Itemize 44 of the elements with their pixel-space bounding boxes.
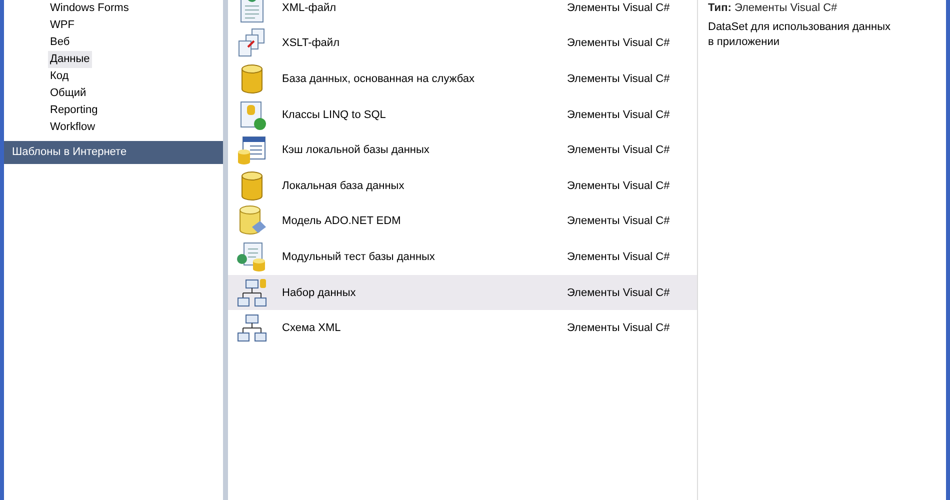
category-item[interactable]: Код — [48, 68, 71, 85]
template-name: Локальная база данных — [282, 180, 406, 192]
template-type: Элементы Visual C# — [567, 180, 670, 192]
template-name: Схема XML — [282, 322, 342, 334]
template-row[interactable]: Набор данных Элементы Visual C# — [228, 274, 697, 310]
table-icon — [236, 134, 268, 166]
template-row[interactable]: Схема XML Элементы Visual C# — [228, 310, 697, 346]
template-row[interactable]: XSLT-файл Элементы Visual C# — [228, 26, 697, 62]
template-type: Элементы Visual C# — [567, 144, 670, 156]
category-item[interactable]: Веб — [48, 34, 72, 51]
category-item[interactable]: Reporting — [48, 102, 100, 119]
category-item[interactable]: Данные — [48, 51, 92, 68]
template-row[interactable]: База данных, основанная на службах Элементы Visual C# — [228, 61, 697, 97]
type-label: Тип: — [708, 2, 732, 14]
template-name: Набор данных — [282, 286, 357, 299]
category-item[interactable]: Общий — [48, 85, 88, 102]
template-name: Классы LINQ to SQL — [282, 108, 387, 121]
template-row[interactable]: Модель ADO.NET EDM Элементы Visual C# — [228, 204, 697, 240]
template-row[interactable]: Локальная база данных Элементы Visual C# — [228, 168, 697, 204]
template-row[interactable]: Кэш локальной базы данных Элементы Visual C# — [228, 132, 697, 168]
template-type: Элементы Visual C# — [567, 108, 670, 121]
online-templates-header[interactable]: Шаблоны в Интернете — [4, 141, 223, 164]
template-name: База данных, основанная на службах — [282, 72, 476, 85]
template-type: Элементы Visual C# — [567, 286, 670, 299]
template-description: DataSet для использования данных в приложении — [708, 20, 892, 50]
category-item[interactable]: WPF — [48, 17, 76, 34]
template-name: XSLT-файл — [282, 37, 340, 50]
template-type: Элементы Visual C# — [567, 250, 670, 263]
template-name: Модель ADO.NET EDM — [282, 215, 402, 228]
template-type: Элементы Visual C# — [567, 37, 670, 50]
template-name: Модульный тест базы данных — [282, 250, 436, 263]
template-type: Элементы Visual C# — [567, 215, 670, 228]
document-icon — [236, 240, 268, 273]
template-type: Элементы Visual C# — [567, 322, 670, 334]
template-row[interactable]: Модульный тест базы данных Элементы Visual C# — [228, 239, 697, 275]
category-item[interactable]: Windows Forms — [48, 0, 131, 17]
template-name: Кэш локальной базы данных — [282, 144, 430, 156]
template-row[interactable]: XML-файл Элементы Visual C# — [228, 0, 697, 26]
template-row[interactable]: Классы LINQ to SQL Элементы Visual C# — [228, 96, 697, 132]
template-type: Элементы Visual C# — [567, 2, 670, 14]
template-type: Элементы Visual C# — [567, 72, 670, 85]
template-name: XML-файл — [282, 2, 338, 14]
type-value: Элементы Visual C# — [734, 2, 838, 14]
category-item[interactable]: Workflow — [48, 119, 98, 136]
